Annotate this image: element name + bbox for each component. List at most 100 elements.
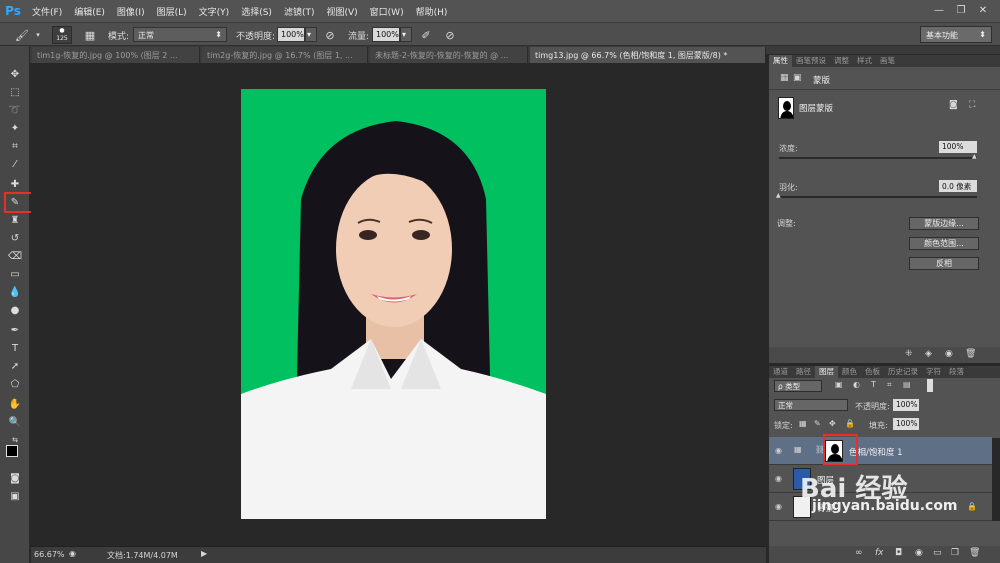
foreground-color-swatch[interactable] [6,445,18,457]
layer-row-hue-saturation[interactable]: ◉ ▦ ⛓ 色相/饱和度 1 [769,437,992,465]
density-slider[interactable] [779,157,977,159]
density-input[interactable]: 100% [939,141,977,153]
filter-toggle[interactable] [927,379,933,392]
tab-adjustments[interactable]: 调整 [830,55,853,67]
mask-edge-button[interactable]: 蒙版边缘... [909,217,979,230]
lock-paint-icon[interactable]: ✎ [814,419,821,428]
tab-history[interactable]: 历史记录 [884,366,922,378]
new-layer-icon[interactable]: ❐ [951,548,959,558]
blend-mode-select[interactable]: 正常 [774,399,848,411]
hand-tool-icon[interactable]: ✋ [4,396,26,412]
menu-help[interactable]: 帮助(H) [410,5,454,18]
dodge-tool-icon[interactable]: ● [4,302,26,318]
tab-tim2g[interactable]: tim2g-恢复的.jpg @ 16.7% (图层 1, ... [202,47,368,63]
lock-transparency-icon[interactable]: ▦ [799,419,807,428]
canvas-area[interactable] [31,63,766,546]
pixel-mask-icon[interactable]: ▦ [780,73,789,83]
layer-opacity-input[interactable]: 100% [893,399,919,411]
clone-stamp-tool-icon[interactable]: ♜ [4,212,26,228]
fill-input[interactable]: 100% [893,418,919,430]
delete-mask-icon[interactable]: 🗑 [965,349,976,359]
filter-adjustment-icon[interactable]: ◐ [853,380,860,389]
tab-layers[interactable]: 图层 [815,366,838,378]
feather-input[interactable]: 0.0 像素 [939,180,977,192]
opacity-dropdown[interactable]: ▾ [305,27,317,42]
mode-select[interactable]: 正常 ⬍ [133,27,227,42]
tab-swatches[interactable]: 色板 [861,366,884,378]
lock-all-icon[interactable]: 🔒 [845,419,855,428]
pressure-opacity-icon[interactable]: ⊘ [322,27,338,43]
status-menu-icon[interactable]: ◉ [69,549,76,558]
history-brush-tool-icon[interactable]: ↺ [4,230,26,246]
tab-color[interactable]: 颜色 [838,366,861,378]
flow-dropdown[interactable]: ▾ [400,27,412,42]
shape-tool-icon[interactable]: ⬠ [4,376,26,392]
tab-brush-presets[interactable]: 画笔预设 [792,55,830,67]
filter-pixel-icon[interactable]: ▣ [835,380,843,389]
apply-mask-icon[interactable]: ◈ [925,349,932,359]
tab-paragraph[interactable]: 段落 [945,366,968,378]
pressure-size-icon[interactable]: ⊘ [442,27,458,43]
restore-button[interactable]: ❐ [950,3,972,18]
brush-preset-picker[interactable]: ● 125 [52,26,72,44]
brush-panel-icon[interactable]: ▦ [82,27,98,43]
tab-untitled-2[interactable]: 未标题-2-恢复的-恢复的-恢复的 @ ... [370,47,528,63]
add-vector-mask-icon[interactable]: ⛶ [969,100,975,110]
filter-type-icon[interactable]: T [871,380,876,389]
pen-tool-icon[interactable]: ✒ [4,322,26,338]
gradient-tool-icon[interactable]: ▭ [4,266,26,282]
color-range-button[interactable]: 颜色范围... [909,237,979,250]
add-mask-icon[interactable]: ◘ [895,548,902,558]
menu-edit[interactable]: 编辑(E) [68,5,111,18]
tab-styles[interactable]: 样式 [853,55,876,67]
menu-type[interactable]: 文字(Y) [193,5,236,18]
load-selection-icon[interactable]: ⁜ [905,349,913,359]
type-tool-icon[interactable]: T [4,340,26,356]
menu-file[interactable]: 文件(F) [26,5,68,18]
chevron-down-icon[interactable]: ▾ [30,27,46,43]
menu-window[interactable]: 窗口(W) [364,5,410,18]
menu-layer[interactable]: 图层(L) [151,5,193,18]
status-arrow-icon[interactable]: ▶ [201,549,207,558]
delete-layer-icon[interactable]: 🗑 [969,548,980,558]
layer-filter-select[interactable]: ρ 类型 [774,380,822,392]
visibility-eye-icon[interactable]: ◉ [775,474,782,483]
vector-mask-icon[interactable]: ▣ [793,73,802,83]
new-adjustment-icon[interactable]: ◉ [915,548,923,558]
portrait-photo[interactable] [241,89,546,519]
new-group-icon[interactable]: ▭ [933,548,942,558]
invert-button[interactable]: 反相 [909,257,979,270]
workspace-select[interactable]: 基本功能 ⬍ [920,26,992,43]
magic-wand-tool-icon[interactable]: ✦ [4,120,26,136]
menu-select[interactable]: 选择(S) [235,5,278,18]
filter-shape-icon[interactable]: ⌗ [887,380,892,390]
eraser-tool-icon[interactable]: ⌫ [4,248,26,264]
feather-slider[interactable] [779,196,977,198]
tab-character[interactable]: 字符 [922,366,945,378]
visibility-icon[interactable]: ◉ [945,349,953,359]
quick-mask-icon[interactable]: ◙ [4,470,26,486]
menu-view[interactable]: 视图(V) [320,5,363,18]
select-mask-icon[interactable]: ◙ [949,100,958,110]
path-selection-tool-icon[interactable]: ➚ [4,358,26,374]
opacity-input[interactable]: 100% [277,27,305,42]
screen-mode-icon[interactable]: ▣ [4,488,26,504]
tab-brush[interactable]: 画笔 [876,55,899,67]
airbrush-icon[interactable]: ✐ [418,27,434,43]
marquee-tool-icon[interactable]: ⬚ [4,84,26,100]
zoom-tool-icon[interactable]: 🔍 [4,414,26,430]
link-layers-icon[interactable]: ∞ [855,548,863,558]
tab-paths[interactable]: 路径 [792,366,815,378]
menu-image[interactable]: 图像(I) [111,5,151,18]
close-button[interactable]: ✕ [972,3,994,18]
lasso-tool-icon[interactable]: ➰ [4,102,26,118]
visibility-eye-icon[interactable]: ◉ [775,502,782,511]
minimize-button[interactable]: — [928,3,950,18]
tab-timg13[interactable]: timg13.jpg @ 66.7% (色相/饱和度 1, 图层蒙版/8) * [530,47,766,63]
tab-properties[interactable]: 属性 [769,55,792,67]
tab-tim1g[interactable]: tim1g-恢复的.jpg @ 100% (图层 2 ... [32,47,200,63]
blur-tool-icon[interactable]: 💧 [4,284,26,300]
tab-channels[interactable]: 通道 [769,366,792,378]
eyedropper-tool-icon[interactable]: ⁄ [4,156,26,172]
menu-filter[interactable]: 滤镜(T) [278,5,321,18]
